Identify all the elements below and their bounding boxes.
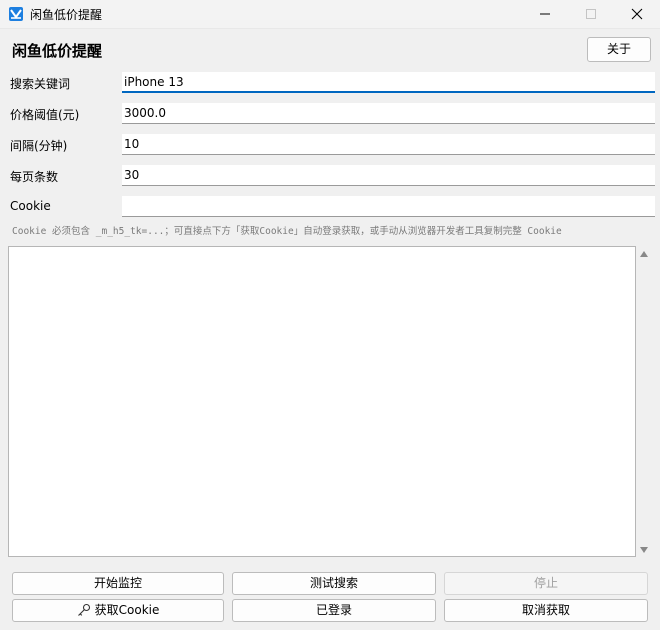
cookie-input[interactable] [122, 196, 655, 217]
keyword-input[interactable]: iPhone 13 [122, 72, 655, 93]
app-icon [9, 7, 23, 21]
get-cookie-label: 获取Cookie [94, 603, 160, 617]
page-title: 闲鱼低价提醒 [12, 42, 103, 60]
minimize-button[interactable] [522, 0, 568, 28]
price-input[interactable]: 3000.0 [122, 103, 655, 124]
maximize-icon [586, 9, 596, 19]
cookie-label: Cookie [10, 199, 51, 213]
maximize-button[interactable] [568, 0, 614, 28]
scroll-down-icon[interactable] [640, 547, 648, 553]
keyword-label: 搜索关键词 [10, 77, 71, 91]
title-bar: 闲鱼低价提醒 [0, 0, 660, 29]
close-button[interactable] [614, 0, 660, 28]
page-size-input[interactable]: 30 [122, 165, 655, 186]
window-title: 闲鱼低价提醒 [30, 8, 103, 22]
price-label: 价格阈值(元) [10, 108, 80, 122]
scroll-up-icon[interactable] [640, 251, 648, 257]
log-scrollbar[interactable] [636, 246, 652, 557]
start-monitor-button[interactable]: 开始监控 [12, 572, 224, 595]
interval-input[interactable]: 10 [122, 134, 655, 155]
get-cookie-button[interactable]: 获取Cookie [12, 599, 224, 622]
about-button[interactable]: 关于 [587, 37, 651, 62]
minimize-icon [540, 13, 550, 15]
key-icon [77, 603, 90, 616]
cancel-get-button[interactable]: 取消获取 [444, 599, 648, 622]
close-icon [631, 8, 643, 20]
interval-label: 间隔(分钟) [10, 139, 68, 153]
cookie-hint: Cookie 必须包含 _m_h5_tk=...；可直接点下方「获取Cookie… [12, 226, 562, 237]
logged-in-button[interactable]: 已登录 [232, 599, 436, 622]
page-size-label: 每页条数 [10, 170, 59, 184]
log-output[interactable] [8, 246, 636, 557]
stop-button[interactable]: 停止 [444, 572, 648, 595]
test-search-button[interactable]: 测试搜索 [232, 572, 436, 595]
